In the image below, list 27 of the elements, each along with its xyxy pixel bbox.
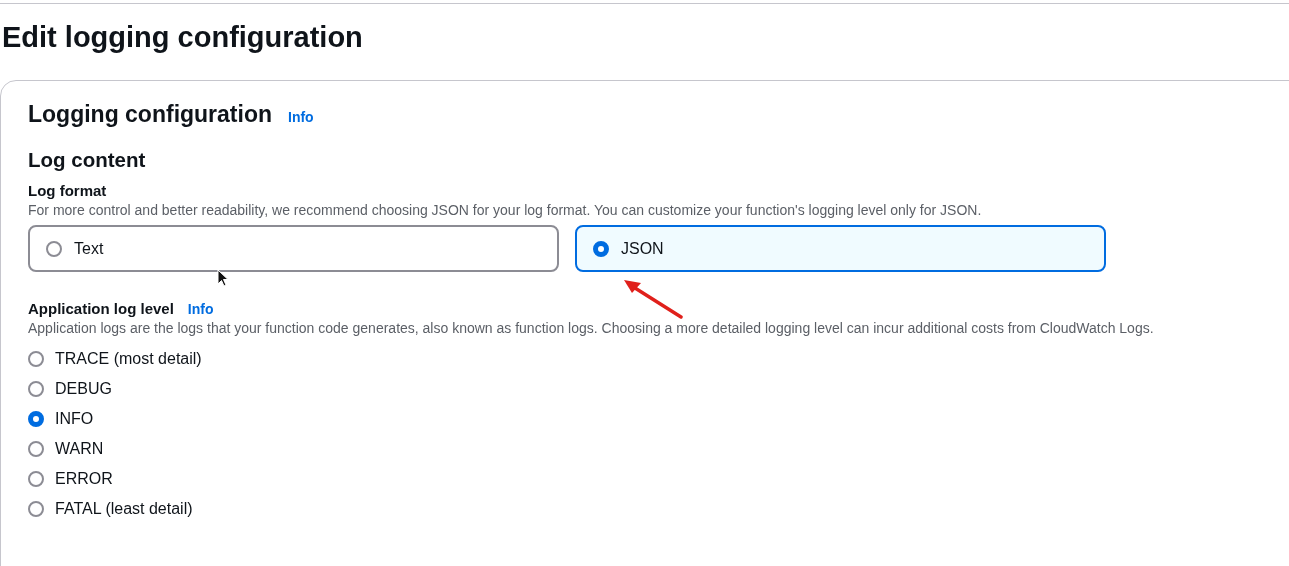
field-description: For more control and better readability, we recommend choosing JSON for your log format. You can customize your function's logging level only for JSON. <box>28 202 983 218</box>
radio-button[interactable] <box>28 351 44 367</box>
annotation-arrow <box>621 279 683 319</box>
info-link[interactable]: Info <box>187 301 214 317</box>
radio-button[interactable] <box>593 240 609 257</box>
field-label: Application log level <box>28 300 174 317</box>
radio-label: ERROR <box>55 470 113 488</box>
format-option-tile[interactable]: Text <box>28 225 559 272</box>
page-title: Edit logging configuration <box>1 20 364 55</box>
radio-button[interactable] <box>28 381 44 397</box>
radio-label: DEBUG <box>55 380 112 398</box>
radio-button[interactable] <box>46 240 62 257</box>
radio-button[interactable] <box>28 501 44 517</box>
radio-label: FATAL (least detail) <box>55 500 193 518</box>
subsection-title: Log content <box>28 148 147 172</box>
section-title: Logging configuration <box>28 101 272 128</box>
mouse-cursor-icon <box>217 269 229 287</box>
field-label: Log format <box>28 182 107 199</box>
radio-button[interactable] <box>28 411 44 427</box>
radio-button[interactable] <box>28 471 44 487</box>
field-description: Application logs are the logs that your function code generates, also known as function logs. Choosing a more detailed logging level can incur additional costs from CloudWatch Logs. <box>28 320 1155 336</box>
radio-button[interactable] <box>28 441 44 457</box>
radio-label: TRACE (most detail) <box>55 350 202 368</box>
radio-label: INFO <box>55 410 94 428</box>
format-option-tile[interactable]: JSON <box>575 225 1106 272</box>
info-link[interactable]: Info <box>288 109 314 125</box>
radio-label: WARN <box>55 440 104 458</box>
